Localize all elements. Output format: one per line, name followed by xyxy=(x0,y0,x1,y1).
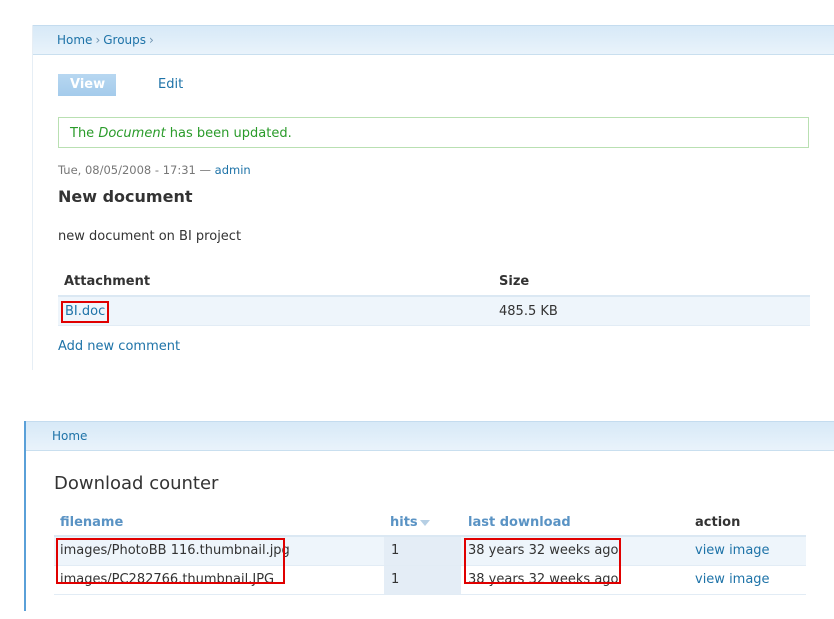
page-title: Download counter xyxy=(54,473,219,494)
breadcrumb-home-link[interactable]: Home xyxy=(52,429,87,443)
attachment-size: 485.5 KB xyxy=(499,304,558,319)
highlight-box-filenames xyxy=(56,538,285,584)
node-panel: Home › Groups › View Edit The Document has … xyxy=(32,25,834,370)
download-header-row: filename hits last download action xyxy=(54,509,806,537)
breadcrumb: Home xyxy=(26,421,834,451)
tab-edit[interactable]: Edit xyxy=(146,74,195,96)
table-row: BI.doc 485.5 KB xyxy=(58,297,810,326)
attachments-header-row: Attachment Size xyxy=(58,267,810,297)
breadcrumb-separator: › xyxy=(95,33,101,47)
status-message-prefix: The xyxy=(70,126,99,141)
breadcrumb-home-link[interactable]: Home xyxy=(57,33,92,47)
hits-count: 1 xyxy=(391,543,400,558)
action-column-header: action xyxy=(695,515,741,530)
attachments-table: Attachment Size BI.doc 485.5 KB xyxy=(58,267,810,326)
view-image-link[interactable]: view image xyxy=(695,572,770,587)
download-table: filename hits last download action image… xyxy=(54,509,806,595)
last-download-column-header[interactable]: last download xyxy=(468,515,571,530)
status-message-suffix: has been updated. xyxy=(165,126,292,141)
attachment-file-link[interactable]: BI.doc xyxy=(61,301,110,323)
status-message-type: Document xyxy=(98,126,166,141)
node-body: new document on BI project xyxy=(58,229,242,244)
breadcrumb-separator: › xyxy=(149,33,154,47)
author-link[interactable]: admin xyxy=(215,163,251,177)
submitted-info: Tue, 08/05/2008 - 17:31 — admin xyxy=(58,163,251,177)
add-comment-link[interactable]: Add new comment xyxy=(58,339,180,354)
view-image-link[interactable]: view image xyxy=(695,543,770,558)
breadcrumb: Home › Groups › xyxy=(33,25,834,55)
tab-view[interactable]: View xyxy=(58,74,116,96)
highlight-box-last-download xyxy=(464,538,621,584)
hits-column-label: hits xyxy=(390,515,418,530)
attachment-column-header: Attachment xyxy=(64,274,151,289)
filename-column-header[interactable]: filename xyxy=(60,515,123,530)
size-column-header: Size xyxy=(499,274,530,289)
hits-count: 1 xyxy=(391,572,400,587)
page-title: New document xyxy=(58,187,193,206)
sort-desc-icon xyxy=(419,519,430,526)
download-counter-panel: Home Download counter filename hits last… xyxy=(24,421,834,611)
status-message: The Document has been updated. xyxy=(58,117,809,148)
hits-column-header[interactable]: hits xyxy=(390,515,430,530)
breadcrumb-groups-link[interactable]: Groups xyxy=(103,33,146,47)
submitted-date: Tue, 08/05/2008 - 17:31 — xyxy=(58,163,215,177)
